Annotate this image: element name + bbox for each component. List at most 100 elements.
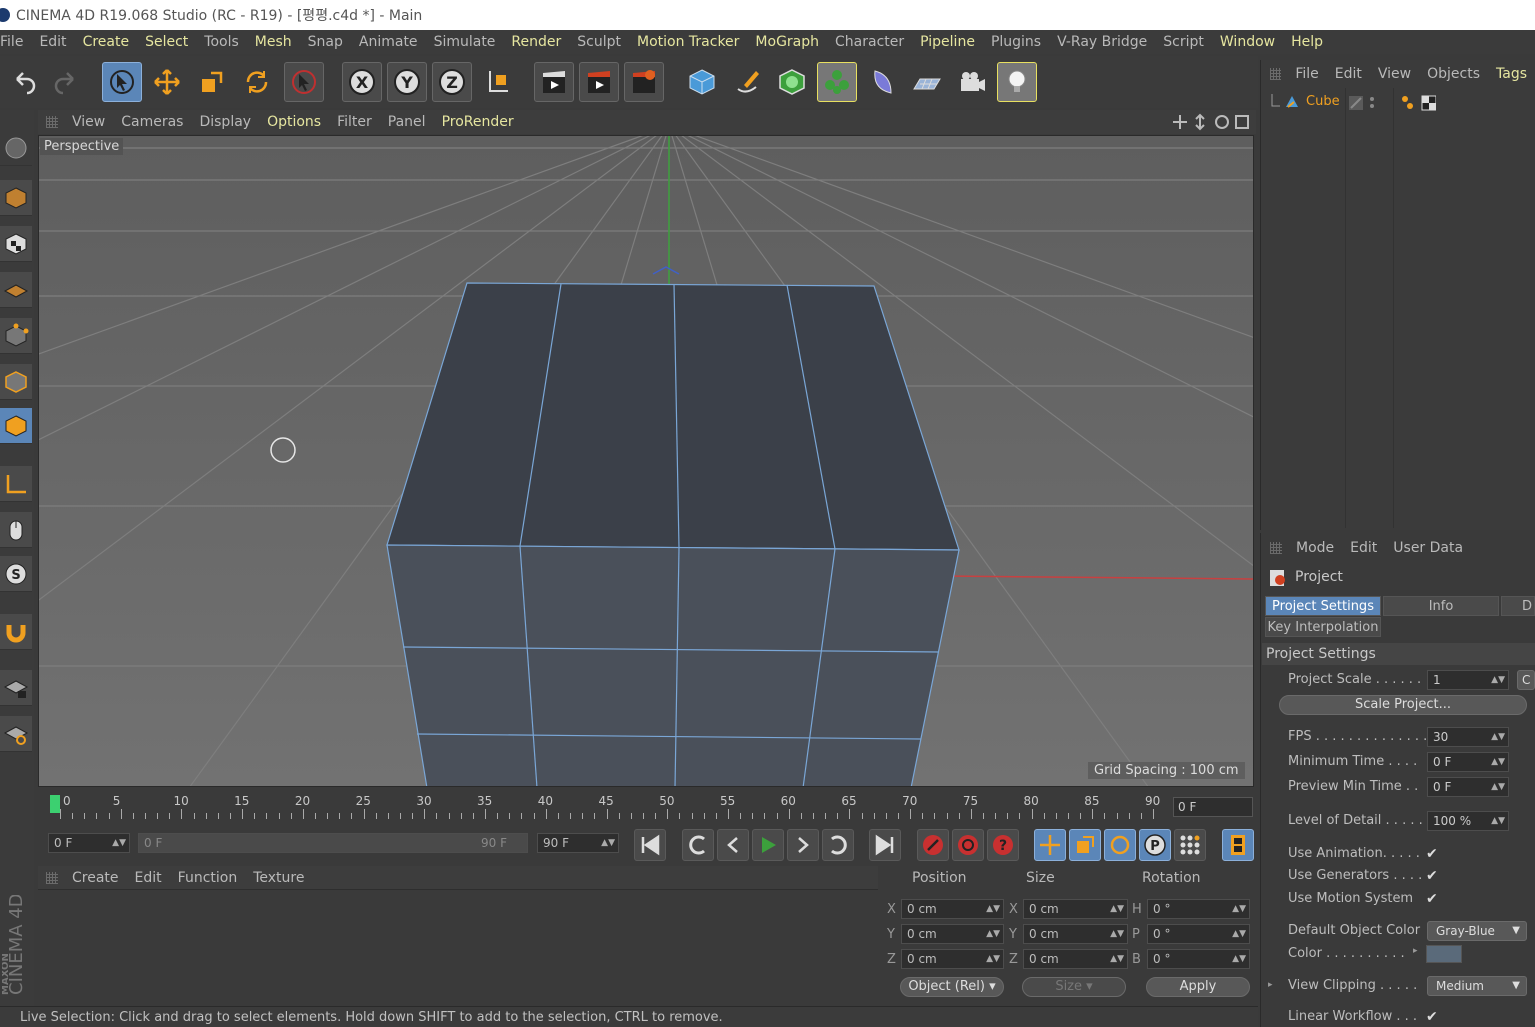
viewport-menu-filter[interactable]: Filter	[329, 114, 380, 130]
add-cube-button[interactable]	[682, 62, 722, 102]
size-mode-dropdown[interactable]: Size ▾	[1022, 977, 1126, 997]
perspective-viewport[interactable]	[38, 135, 1254, 787]
tab-dynamics[interactable]: D	[1501, 596, 1535, 616]
menu-window[interactable]: Window	[1212, 34, 1283, 50]
rotation-p-field[interactable]: 0 °▲▼	[1147, 924, 1250, 944]
menu-help[interactable]: Help	[1283, 34, 1331, 50]
menu-sculpt[interactable]: Sculpt	[569, 34, 629, 50]
menu-mograph[interactable]: MoGraph	[747, 34, 827, 50]
points-mode-button[interactable]	[0, 318, 32, 354]
scale-tool-button[interactable]	[192, 62, 232, 102]
linear-workflow-checkbox[interactable]: ✔	[1426, 1010, 1440, 1024]
key-point-level-toggle[interactable]	[1174, 829, 1206, 861]
menu-character[interactable]: Character	[827, 34, 912, 50]
panel-grip-icon[interactable]	[1270, 542, 1282, 554]
keyframe-selection-button[interactable]: ?	[987, 829, 1019, 861]
render-to-picture-viewer-button[interactable]	[579, 62, 619, 102]
material-manager-area[interactable]	[38, 891, 878, 1001]
planar-workplane-button[interactable]	[0, 716, 32, 752]
size-y-field[interactable]: 0 cm▲▼	[1023, 924, 1128, 944]
cube-object[interactable]	[387, 283, 959, 787]
menu-snap[interactable]: Snap	[300, 34, 351, 50]
object-menu-edit[interactable]: Edit	[1327, 66, 1370, 82]
frame-ruler[interactable]: 051015202530354045505560657075808590	[48, 791, 1166, 823]
level-of-detail-field[interactable]: 100 %▲▼	[1427, 811, 1509, 831]
move-tool-button[interactable]	[147, 62, 187, 102]
panel-grip-icon[interactable]	[1270, 68, 1281, 80]
menu-v-ray-bridge[interactable]: V-Ray Bridge	[1049, 34, 1155, 50]
previous-frame-button[interactable]	[717, 829, 749, 861]
preview-min-time-field[interactable]: 0 F▲▼	[1427, 777, 1509, 797]
object-row-cube[interactable]: Cube	[1262, 92, 1535, 114]
project-scale-field[interactable]: 1▲▼	[1427, 670, 1509, 690]
timeline-ruler[interactable]: 051015202530354045505560657075808590	[38, 789, 1256, 825]
panel-grip-icon[interactable]	[46, 116, 58, 128]
menu-create[interactable]: Create	[75, 34, 138, 50]
rotation-b-field[interactable]: 0 °▲▼	[1147, 949, 1250, 969]
object-menu-objects[interactable]: Objects	[1419, 66, 1488, 82]
menu-file[interactable]: File	[0, 34, 31, 50]
material-menu-texture[interactable]: Texture	[245, 870, 312, 886]
add-pen-spline-button[interactable]	[727, 62, 767, 102]
next-frame-button[interactable]	[787, 829, 819, 861]
material-menu-function[interactable]: Function	[170, 870, 246, 886]
current-frame-field[interactable]: 0 F	[1173, 797, 1253, 817]
position-y-field[interactable]: 0 cm▲▼	[901, 924, 1004, 944]
viewport-menu-options[interactable]: Options	[259, 114, 329, 130]
z-axis-lock-button[interactable]: Z	[432, 62, 472, 102]
polygons-mode-button[interactable]	[0, 408, 32, 444]
object-menu-file[interactable]: File	[1287, 66, 1326, 82]
rotation-h-field[interactable]: 0 °▲▼	[1147, 899, 1250, 919]
menu-plugins[interactable]: Plugins	[983, 34, 1049, 50]
axis-mode-button[interactable]	[0, 466, 32, 502]
timeline-window-button[interactable]	[1222, 829, 1254, 861]
apply-button[interactable]: Apply	[1146, 977, 1250, 997]
autokeying-button[interactable]	[952, 829, 984, 861]
minimum-time-field[interactable]: 0 F▲▼	[1427, 752, 1509, 772]
panel-grip-icon[interactable]	[46, 872, 58, 884]
viewport-menu-panel[interactable]: Panel	[380, 114, 434, 130]
tweak-mode-button[interactable]	[0, 512, 32, 548]
playhead[interactable]	[50, 795, 60, 813]
material-menu-create[interactable]: Create	[64, 870, 127, 886]
use-animation-checkbox[interactable]: ✔	[1426, 847, 1440, 861]
model-mode-button[interactable]	[0, 180, 32, 216]
viewport-nav-icons[interactable]	[1172, 113, 1252, 131]
menu-tools[interactable]: Tools	[196, 34, 247, 50]
position-x-field[interactable]: 0 cm▲▼	[901, 899, 1004, 919]
key-rotation-toggle[interactable]	[1104, 829, 1136, 861]
make-editable-button[interactable]	[0, 130, 32, 166]
x-axis-lock-button[interactable]: X	[342, 62, 382, 102]
menu-simulate[interactable]: Simulate	[426, 34, 504, 50]
view-clipping-dropdown[interactable]: Medium▼	[1427, 976, 1527, 996]
recent-tool-button[interactable]	[284, 62, 324, 102]
enable-snap-button[interactable]	[0, 614, 32, 650]
texture-mode-button[interactable]	[0, 226, 32, 262]
material-menu-edit[interactable]: Edit	[127, 870, 170, 886]
menu-mesh[interactable]: Mesh	[247, 34, 300, 50]
use-generators-checkbox[interactable]: ✔	[1426, 869, 1440, 883]
start-frame-field[interactable]: 0 F▲▼	[48, 833, 130, 853]
expand-arrow-icon[interactable]: ▸	[1413, 946, 1418, 956]
render-settings-button[interactable]	[624, 62, 664, 102]
key-parameter-toggle[interactable]: P	[1139, 829, 1171, 861]
menu-render[interactable]: Render	[503, 34, 569, 50]
add-camera-button[interactable]	[952, 62, 992, 102]
live-selection-button[interactable]	[102, 62, 142, 102]
add-floor-button[interactable]	[907, 62, 947, 102]
add-mograph-cloner-button[interactable]	[817, 62, 857, 102]
coordinate-mode-dropdown[interactable]: Object (Rel) ▾	[900, 977, 1004, 997]
key-scale-toggle[interactable]	[1069, 829, 1101, 861]
record-active-objects-button[interactable]	[917, 829, 949, 861]
go-to-end-button[interactable]	[869, 829, 901, 861]
add-deformer-button[interactable]	[862, 62, 902, 102]
y-axis-lock-button[interactable]: Y	[387, 62, 427, 102]
redo-button[interactable]	[46, 62, 86, 102]
viewport-menu-prorender[interactable]: ProRender	[434, 114, 522, 130]
object-menu-view[interactable]: View	[1370, 66, 1419, 82]
add-subdivision-surface-button[interactable]	[772, 62, 812, 102]
tab-key-interpolation[interactable]: Key Interpolation	[1265, 617, 1381, 637]
menu-pipeline[interactable]: Pipeline	[912, 34, 983, 50]
play-forwards-button[interactable]	[752, 829, 784, 861]
next-key-button[interactable]	[822, 829, 854, 861]
